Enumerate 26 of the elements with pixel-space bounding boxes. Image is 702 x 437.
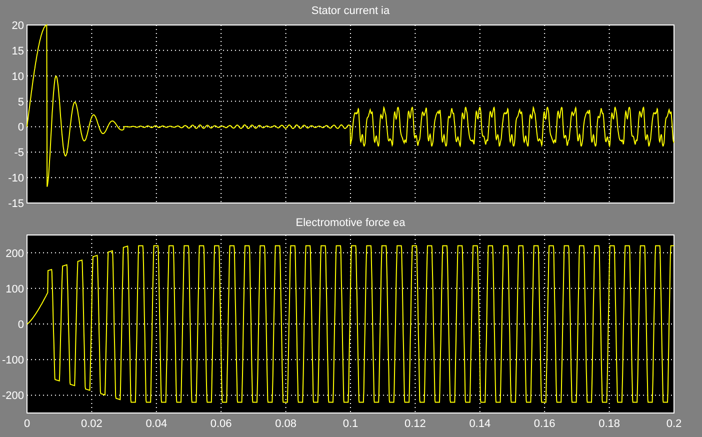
y-tick-label: -5 <box>14 147 24 160</box>
y-tick-label: -10 <box>8 172 24 185</box>
y-tick-label: -100 <box>2 354 24 367</box>
y-tick-label: 100 <box>6 283 24 296</box>
plot-title: Electromotive force ea <box>296 217 406 229</box>
y-tick-label: 0 <box>18 319 24 331</box>
y-tick-label: 200 <box>6 248 24 260</box>
x-tick-label: 0.08 <box>275 418 296 430</box>
plot-title: Stator current ia <box>311 5 390 17</box>
x-tick-label: 0.16 <box>534 418 556 430</box>
x-tick-label: 0.12 <box>404 418 426 430</box>
y-tick-label: 5 <box>18 96 24 108</box>
x-tick-label: 0.1 <box>342 418 358 430</box>
y-tick-label: -200 <box>2 390 24 402</box>
x-tick-label: 0.2 <box>666 418 682 430</box>
x-tick-label: 0.02 <box>81 418 102 430</box>
x-tick-label: 0 <box>24 418 30 430</box>
x-tick-label: 0.14 <box>469 418 491 430</box>
x-tick-label: 0.04 <box>146 418 168 430</box>
x-tick-label: 0.06 <box>210 418 232 430</box>
y-tick-label: 20 <box>12 20 24 32</box>
x-tick-label: 0.18 <box>598 418 620 430</box>
y-tick-label: 10 <box>12 70 24 83</box>
y-tick-label: -15 <box>8 198 24 210</box>
y-tick-label: 0 <box>18 122 24 134</box>
y-tick-label: 15 <box>12 45 24 58</box>
